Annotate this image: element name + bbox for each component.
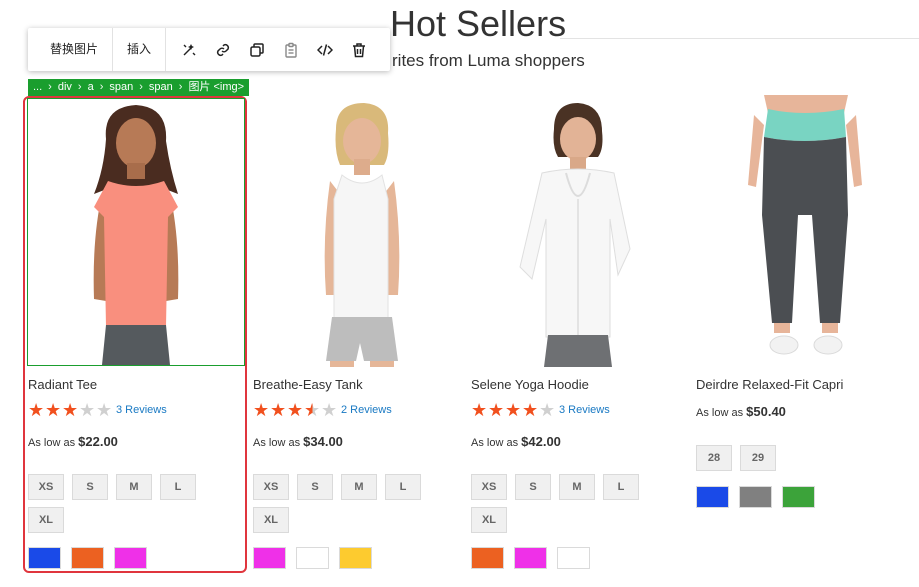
star-icon: ★ — [321, 400, 338, 420]
star-icon: ★ — [270, 400, 287, 420]
copy-icon[interactable] — [240, 28, 274, 71]
product-image-breathe-easy-tank[interactable] — [252, 99, 460, 367]
chevron-right-icon: › — [139, 81, 143, 93]
selected-image-outline — [27, 98, 245, 366]
color-swatch[interactable] — [296, 547, 329, 569]
product-price: As low as $42.00 — [471, 434, 561, 449]
product-name[interactable]: Breathe-Easy Tank — [253, 377, 363, 392]
star-icon: ★ — [471, 400, 488, 420]
chevron-right-icon: › — [48, 81, 52, 93]
breadcrumb-item[interactable]: ... — [33, 79, 42, 96]
rating-stars: ★ ★ ★ ★ ★ — [471, 401, 556, 419]
star-icon: ★ — [522, 400, 539, 420]
clipboard-icon[interactable] — [274, 28, 308, 71]
product-image-deirdre-capri[interactable] — [694, 95, 902, 367]
size-option[interactable]: 28 — [696, 445, 732, 471]
section-title: Hot Sellers — [390, 3, 567, 44]
product-image-selene-yoga-hoodie[interactable] — [470, 99, 678, 367]
star-half-icon: ★ — [304, 400, 321, 420]
color-swatch[interactable] — [514, 547, 547, 569]
magic-wand-icon[interactable] — [172, 28, 206, 71]
color-swatch[interactable] — [471, 547, 504, 569]
code-icon[interactable] — [308, 28, 342, 71]
color-swatch[interactable] — [696, 486, 729, 508]
size-option[interactable]: 29 — [740, 445, 776, 471]
size-option[interactable]: L — [385, 474, 421, 500]
product-name[interactable]: Deirdre Relaxed-Fit Capri — [696, 377, 843, 392]
size-option[interactable]: XS — [471, 474, 507, 500]
color-swatch[interactable] — [739, 486, 772, 508]
product-price: As low as $50.40 — [696, 404, 786, 419]
rating-stars: ★ ★ ★ ★ ★ — [253, 401, 338, 419]
title-divider — [560, 38, 919, 39]
star-icon: ★ — [539, 400, 556, 420]
size-option[interactable]: XL — [253, 507, 289, 533]
color-swatch[interactable] — [253, 547, 286, 569]
trash-icon[interactable] — [342, 28, 376, 71]
editor-toolbar: 替换图片 插入 — [28, 28, 390, 71]
color-swatch[interactable] — [782, 486, 815, 508]
chevron-right-icon: › — [178, 81, 183, 93]
replace-image-button[interactable]: 替换图片 — [28, 28, 112, 71]
size-option[interactable]: S — [297, 474, 333, 500]
breadcrumb-item[interactable]: span — [109, 79, 133, 96]
color-swatch[interactable] — [339, 547, 372, 569]
element-breadcrumb: ... › div › a › span › span › 图片 <img> — [28, 79, 250, 96]
reviews-link[interactable]: 2 Reviews — [341, 404, 392, 416]
size-option[interactable]: L — [603, 474, 639, 500]
breadcrumb-item[interactable]: div — [58, 79, 72, 96]
star-icon: ★ — [253, 400, 270, 420]
star-icon: ★ — [505, 400, 522, 420]
size-option[interactable]: XL — [471, 507, 507, 533]
size-option[interactable]: S — [515, 474, 551, 500]
link-icon[interactable] — [206, 28, 240, 71]
reviews-link[interactable]: 3 Reviews — [559, 404, 610, 416]
section-subtitle: rites from Luma shoppers — [392, 51, 585, 70]
color-swatch[interactable] — [557, 547, 590, 569]
breadcrumb-item-current[interactable]: 图片 <img> — [188, 79, 244, 96]
insert-button[interactable]: 插入 — [113, 28, 165, 71]
star-icon: ★ — [488, 400, 505, 420]
size-option[interactable]: M — [341, 474, 377, 500]
product-price: As low as $34.00 — [253, 434, 343, 449]
star-icon: ★ — [287, 400, 304, 420]
size-option[interactable]: XS — [253, 474, 289, 500]
product-name[interactable]: Selene Yoga Hoodie — [471, 377, 589, 392]
breadcrumb-item[interactable]: span — [149, 79, 173, 96]
chevron-right-icon: › — [99, 81, 104, 93]
chevron-right-icon: › — [77, 81, 82, 93]
size-option[interactable]: M — [559, 474, 595, 500]
